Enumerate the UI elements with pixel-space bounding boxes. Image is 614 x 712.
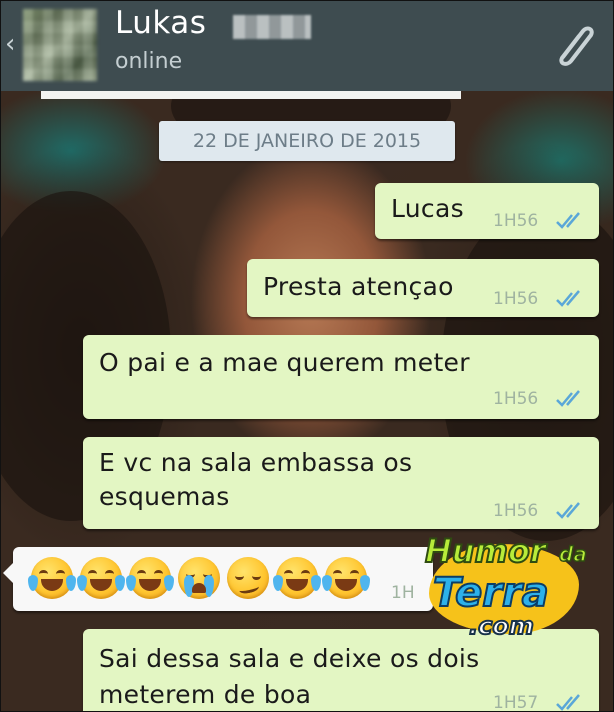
face-with-tears-of-joy-icon xyxy=(273,557,321,599)
face-with-tears-of-joy-icon xyxy=(28,557,76,599)
logo-text: da xyxy=(558,541,587,567)
paperclip-icon[interactable] xyxy=(549,19,597,71)
logo-text: Terra xyxy=(432,569,550,617)
logo-text: .com xyxy=(468,611,535,641)
message-bubble-incoming[interactable]: 1H xyxy=(3,547,433,611)
message-text: Presta atençao xyxy=(263,272,454,301)
logo-text: Humor xyxy=(424,531,547,571)
face-with-tears-of-joy-icon xyxy=(77,557,125,599)
face-with-tears-of-joy-icon xyxy=(126,557,174,599)
avatar[interactable] xyxy=(23,9,97,81)
loudly-crying-face-icon xyxy=(178,557,220,599)
message-bubble-outgoing[interactable]: O pai e a mae querem meter 1H56 xyxy=(83,335,599,419)
previous-bubble-edge xyxy=(41,91,461,99)
name-blur-redaction xyxy=(233,15,311,39)
contact-name[interactable]: Lukas xyxy=(115,5,206,41)
contact-status: online xyxy=(115,49,183,74)
chat-screen: ‹ Lukas online 22 DE JANEIRO DE 2015 Luc… xyxy=(0,0,614,712)
emoji-row xyxy=(28,557,370,601)
date-divider: 22 DE JANEIRO DE 2015 xyxy=(159,121,455,161)
double-check-icon xyxy=(556,694,580,711)
smirking-face-icon xyxy=(227,557,269,599)
message-bubble-outgoing[interactable]: Presta atençao 1H56 xyxy=(247,259,599,317)
double-check-icon xyxy=(556,502,580,519)
watermark-logo: Humor da Terra .com xyxy=(411,526,611,646)
chat-header: ‹ Lukas online xyxy=(1,1,613,91)
message-time: 1H56 xyxy=(493,211,539,231)
chevron-left-icon[interactable]: ‹ xyxy=(5,31,15,57)
message-text: O pai e a mae querem meter xyxy=(99,348,470,377)
bubble-tail xyxy=(3,561,15,585)
message-time: 1H56 xyxy=(493,289,539,309)
message-text-line: esquemas xyxy=(99,482,230,511)
face-with-tears-of-joy-icon xyxy=(322,557,370,599)
message-time: 1H56 xyxy=(493,389,539,409)
message-time: 1H57 xyxy=(493,693,539,711)
message-time: 1H56 xyxy=(493,501,539,521)
message-text: Lucas xyxy=(391,194,464,223)
message-text-line: meterem de boa xyxy=(99,680,312,709)
message-text-line: E vc na sala embassa os xyxy=(99,448,413,477)
message-bubble-outgoing[interactable]: Lucas 1H56 xyxy=(375,183,599,239)
message-bubble-outgoing[interactable]: E vc na sala embassa os esquemas 1H56 xyxy=(83,437,599,529)
double-check-icon xyxy=(556,212,580,229)
double-check-icon xyxy=(556,390,580,407)
message-text-line: Sai dessa sala e deixe os dois xyxy=(99,644,480,673)
double-check-icon xyxy=(556,290,580,307)
